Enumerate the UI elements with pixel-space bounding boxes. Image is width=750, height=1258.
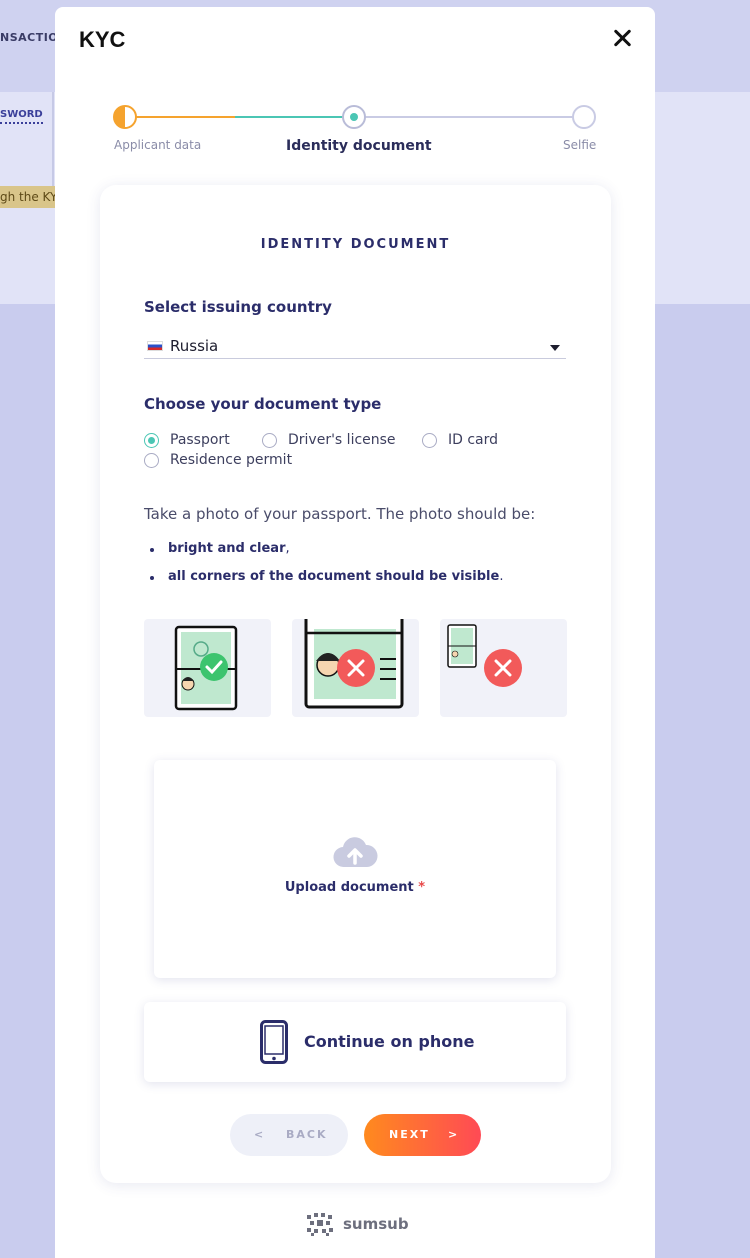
radio-circle: [144, 433, 159, 448]
close-icon[interactable]: [609, 25, 637, 53]
step-applicant-data-label: Applicant data: [114, 138, 202, 152]
requirement-tail: .: [499, 569, 504, 584]
example-correct-image: [144, 619, 271, 717]
requirement-item: bright and clear,: [150, 541, 290, 556]
radio-id-card-label: ID card: [448, 432, 499, 448]
country-value: Russia: [170, 337, 219, 355]
chevron-left-icon: <: [254, 1128, 266, 1141]
example-too-far-image: [440, 619, 567, 717]
sumsub-logo-icon: [307, 1213, 333, 1236]
back-button[interactable]: < BACK: [230, 1114, 348, 1156]
radio-circle: [262, 433, 277, 448]
country-label: Select issuing country: [144, 298, 332, 316]
required-mark: *: [418, 880, 426, 895]
step-identity-document-dot[interactable]: [342, 105, 366, 129]
background-divider: [52, 92, 54, 192]
kyc-modal: KYC Applicant data Identity document Sel…: [55, 7, 655, 1258]
cloud-upload-icon: [333, 837, 378, 868]
chevron-down-icon: [550, 345, 560, 351]
upload-document-text: Upload document: [284, 880, 414, 895]
background-password-link[interactable]: SWORD: [0, 109, 43, 124]
document-type-label: Choose your document type: [144, 395, 382, 413]
radio-passport-label: Passport: [170, 432, 230, 448]
upload-document-label: Upload document *: [154, 880, 556, 895]
card-heading: IDENTITY DOCUMENT: [260, 237, 451, 252]
step-selfie-dot[interactable]: [572, 105, 596, 129]
upload-document-dropzone[interactable]: Upload document *: [154, 760, 556, 978]
continue-on-phone-button[interactable]: Continue on phone: [144, 1002, 566, 1082]
step-selfie-label: Selfie: [563, 138, 597, 152]
country-select[interactable]: Russia: [144, 329, 566, 359]
identity-document-card: IDENTITY DOCUMENT Select issuing country…: [100, 185, 611, 1183]
next-button-label: NEXT: [389, 1128, 430, 1141]
example-too-close-image: [292, 619, 419, 717]
requirement-text: all corners of the document should be vi…: [168, 569, 500, 584]
requirement-tail: ,: [285, 541, 290, 556]
modal-title: KYC: [79, 27, 126, 52]
stepper-line-2: [235, 116, 355, 118]
radio-drivers-license-label: Driver's license: [288, 432, 396, 448]
step-applicant-data-dot[interactable]: [113, 105, 137, 129]
smartphone-icon: [260, 1020, 288, 1064]
radio-residence-permit-label: Residence permit: [170, 452, 293, 468]
requirement-text: bright and clear: [168, 541, 286, 556]
photo-instruction: Take a photo of your passport. The photo…: [144, 505, 536, 523]
requirement-item: all corners of the document should be vi…: [150, 569, 503, 584]
sumsub-logo: sumsub: [305, 1213, 409, 1241]
back-button-label: BACK: [286, 1128, 328, 1141]
sumsub-brand-text: sumsub: [343, 1215, 409, 1233]
chevron-right-icon: >: [448, 1128, 460, 1141]
radio-circle: [422, 433, 437, 448]
step-identity-document-label: Identity document: [286, 138, 432, 154]
russia-flag-icon: [147, 341, 163, 351]
stepper-line-1: [125, 116, 235, 118]
background-kyc-banner: gh the KY: [0, 186, 60, 208]
next-button[interactable]: NEXT >: [364, 1114, 481, 1156]
continue-on-phone-label: Continue on phone: [304, 1032, 475, 1051]
stepper-line-3: [365, 116, 573, 118]
radio-circle: [144, 453, 159, 468]
